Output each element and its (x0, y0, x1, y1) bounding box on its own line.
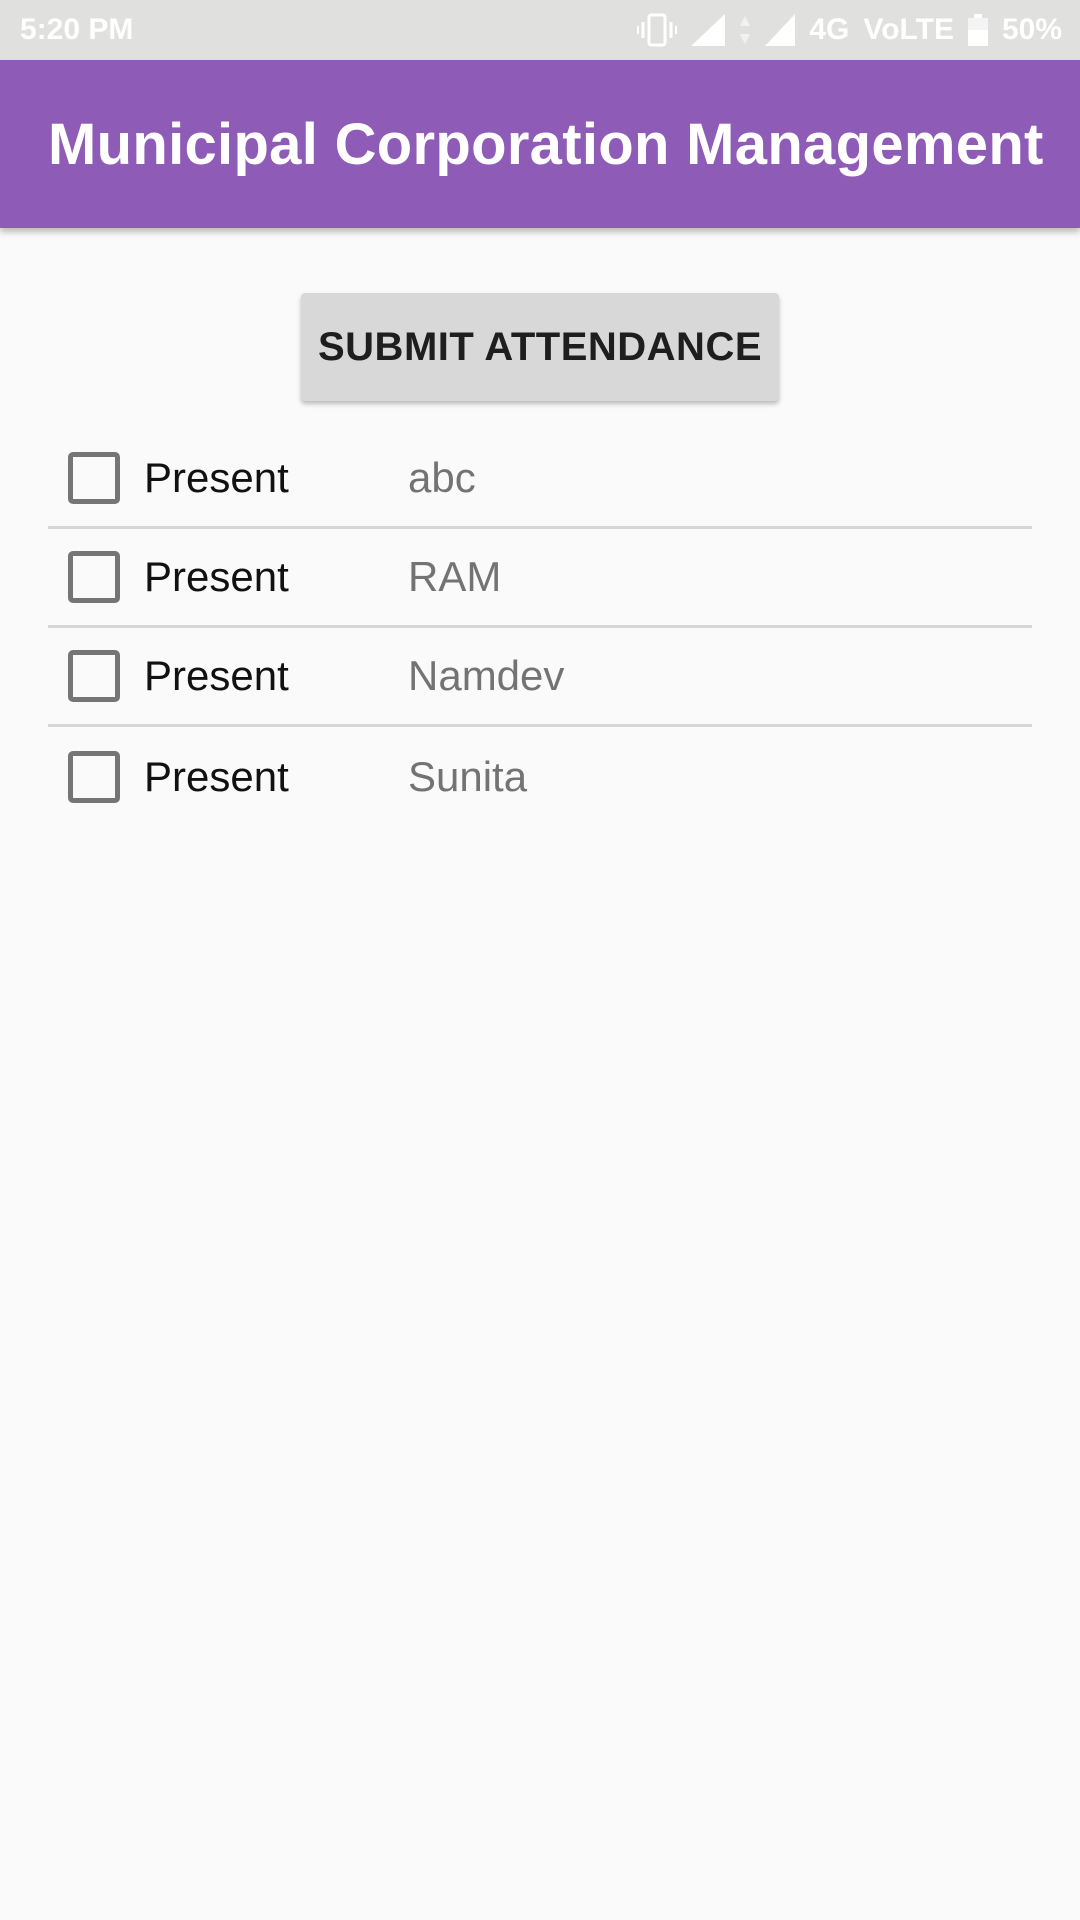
submit-attendance-button[interactable]: SUBMIT ATTENDANCE (301, 293, 779, 401)
battery-icon (967, 14, 988, 46)
volte-label: VoLTE (863, 13, 954, 46)
list-item: Present abc (48, 430, 1032, 529)
present-checkbox[interactable] (68, 452, 120, 504)
present-label[interactable]: Present (144, 553, 289, 601)
present-checkbox[interactable] (68, 551, 120, 603)
status-bar: 5:20 PM 4G VoLTE 50% (0, 0, 1080, 60)
present-label[interactable]: Present (144, 753, 289, 801)
present-checkbox[interactable] (68, 750, 120, 803)
list-item: Present Sunita (48, 727, 1032, 826)
status-time: 5:20 PM (20, 13, 134, 46)
app-title: Municipal Corporation Management (48, 111, 1044, 177)
data-arrows-icon (739, 14, 751, 46)
present-label[interactable]: Present (144, 652, 289, 700)
employee-name: Sunita (408, 752, 528, 800)
employee-name: abc (408, 454, 476, 501)
battery-level: 50% (1001, 13, 1062, 46)
signal-icon (691, 14, 726, 46)
list-item: Present Namdev (48, 628, 1032, 727)
employee-name: RAM (408, 553, 502, 600)
signal-icon (765, 14, 796, 46)
status-icons: 4G VoLTE 50% (637, 13, 1062, 47)
attendance-list: Present abc Present RAM Present Namdev P… (48, 430, 1032, 826)
vibrate-icon (637, 13, 678, 47)
present-label[interactable]: Present (144, 454, 289, 502)
present-checkbox[interactable] (68, 650, 120, 702)
list-item: Present RAM (48, 529, 1032, 628)
app-bar: Municipal Corporation Management (0, 60, 1080, 228)
employee-name: Namdev (408, 652, 565, 699)
network-type: 4G (809, 13, 850, 46)
